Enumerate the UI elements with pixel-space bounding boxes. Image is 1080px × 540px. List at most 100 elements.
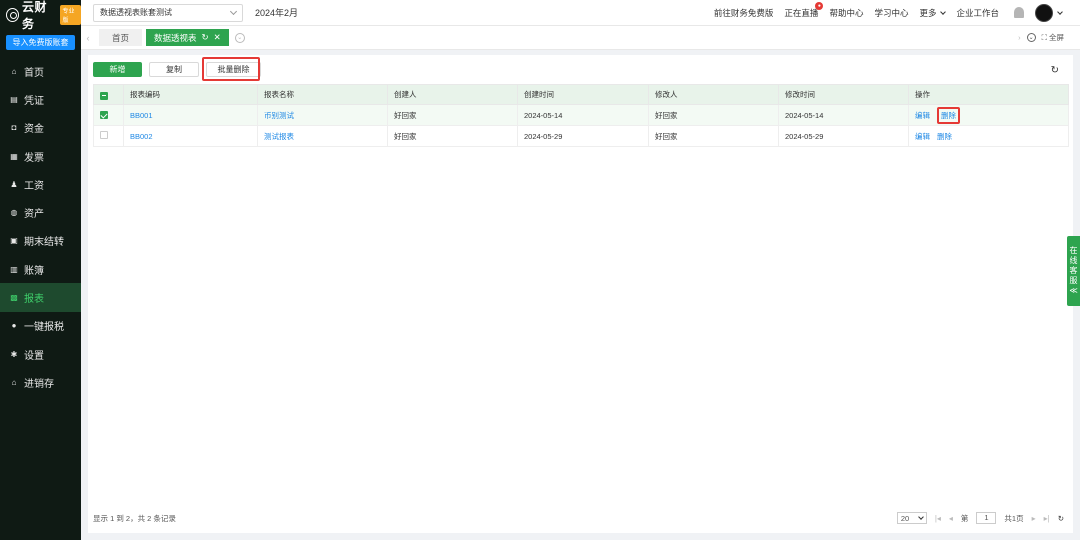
chevron-down-icon [229,7,238,15]
tab-right-tools: › ⌄ ⛶ 全屏 [1018,32,1080,43]
sidebar-nav: ⌂ 首页 ▤ 凭证 ◘ 资金 ▦ 发票 ♟ 工资 ◍ 资产 ▣ 期末结转 ▥ 账簿 ▩ 报表 ● 一… [0,57,81,397]
created-time-cell: 2024-05-14 [517,104,649,126]
report-name-link[interactable]: 币别测试 [264,111,294,120]
logo-icon [6,7,20,22]
row-checkbox[interactable] [100,131,108,139]
sidebar-item-salary[interactable]: ♟ 工资 [0,170,81,198]
edit-link[interactable]: 编辑 [915,131,930,142]
asset-icon: ◍ [10,208,18,218]
more-menu[interactable]: 更多 [919,7,947,19]
sidebar-item-report[interactable]: ▩ 报表 [0,283,81,312]
chevron-down-icon [1057,8,1063,15]
logo: 云财务 专业版 [0,0,81,31]
ledger-icon: ▥ [10,264,18,274]
delete-link[interactable]: 删除 [937,131,952,142]
record-summary: 显示 1 到 2，共 2 条记录 [93,513,176,523]
report-name-link[interactable]: 测试报表 [264,132,294,141]
logo-badge: 专业版 [60,4,81,25]
salary-icon: ♟ [10,179,18,189]
modified-time-cell: 2024-05-14 [778,104,909,126]
tab-scroll-left-icon[interactable]: ‹ [81,33,95,43]
online-service-tab[interactable]: 在 线 客 服 ≪ [1067,236,1080,306]
table-footer: 显示 1 到 2，共 2 条记录 20 |◂ ◂ 第 1 共1页 ▸ ▸| ↻ [93,512,1068,524]
page-size-select[interactable]: 20 [896,512,927,524]
row-checkbox[interactable] [100,111,108,119]
chevron-down-icon [917,514,924,520]
tab-scroll-right-icon[interactable]: › [1018,33,1021,42]
column-header[interactable]: 创建时间 [517,84,649,105]
tab-options-icon[interactable]: ⌄ [1026,33,1036,42]
free-version-link[interactable]: 前往财务免费版 [714,7,774,19]
copy-button[interactable]: 复制 [149,62,199,77]
closing-icon: ▣ [10,236,18,246]
column-header[interactable]: 修改时间 [778,84,909,105]
refresh-icon[interactable]: ↻ [202,32,209,43]
collapse-icon: ≪ [1069,286,1078,295]
workspace-link[interactable]: 企业工作台 [956,7,999,19]
live-badge-icon: ● [815,1,824,10]
tax-icon: ● [11,321,17,331]
fullscreen-button[interactable]: ⛶ 全屏 [1042,32,1064,43]
tab-pivot-table[interactable]: 数据透视表 ↻ ✕ [146,29,229,46]
bell-icon[interactable] [1014,7,1024,18]
refresh-icon[interactable]: ↻ [1051,65,1059,76]
page-number-input[interactable]: 1 [976,512,997,524]
live-link[interactable]: 正在直播 ● [784,1,824,19]
modifier-cell: 好回家 [648,125,779,147]
delete-link[interactable]: 删除 [937,106,960,124]
logo-text: 云财务 [22,0,48,31]
fullscreen-icon: ⛶ [1041,33,1047,42]
user-menu[interactable] [1035,3,1063,22]
sidebar-item-closing[interactable]: ▣ 期末结转 [0,227,81,255]
refresh-icon[interactable]: ↻ [1058,514,1064,523]
select-all-checkbox[interactable] [100,91,108,100]
table-row[interactable]: BB001 币别测试 好回家 2024-05-14 好回家 2024-05-14… [93,104,1069,126]
tab-home[interactable]: 首页 [99,29,143,46]
sidebar-item-home[interactable]: ⌂ 首页 [0,57,81,85]
help-center-link[interactable]: 帮助中心 [829,7,863,19]
prev-page-icon[interactable]: ◂ [949,514,953,523]
creator-cell: 好回家 [387,125,518,147]
invoice-icon: ▦ [10,151,18,161]
toolbar: 新增 复制 批量删除 [93,62,261,77]
avatar [1035,3,1053,22]
column-header[interactable]: 修改人 [648,84,779,105]
sidebar-item-inventory[interactable]: ⌂ 进销存 [0,368,81,396]
import-free-book-button[interactable]: 导入免费版账套 [6,35,75,50]
sidebar: 云财务 专业版 导入免费版账套 ⌂ 首页 ▤ 凭证 ◘ 资金 ▦ 发票 ♟ 工资 ◍ 资产 … [0,0,81,540]
close-icon[interactable]: ✕ [214,32,221,43]
pagination: 20 |◂ ◂ 第 1 共1页 ▸ ▸| ↻ [896,512,1068,524]
chevron-down-icon [940,8,947,15]
sidebar-item-asset[interactable]: ◍ 资产 [0,198,81,226]
fund-icon: ◘ [11,123,17,133]
last-page-icon[interactable]: ▸| [1044,514,1050,523]
add-button[interactable]: 新增 [93,62,142,77]
column-header[interactable]: 创建人 [387,84,518,105]
batch-delete-button[interactable]: 批量删除 [206,62,261,77]
next-page-icon[interactable]: ▸ [1032,514,1036,523]
tab-menu-icon[interactable]: ⌄ [234,32,245,43]
learning-center-link[interactable]: 学习中心 [874,7,908,19]
home-icon: ⌂ [11,66,17,76]
report-code-link[interactable]: BB001 [130,111,153,120]
account-book-select[interactable]: 数据透视表账套测试 [93,3,243,22]
sidebar-item-invoice[interactable]: ▦ 发票 [0,142,81,170]
report-code-link[interactable]: BB002 [130,132,153,141]
tab-bar: ‹ 首页 数据透视表 ↻ ✕ ⌄ › ⌄ ⛶ 全屏 [81,26,1080,50]
edit-link[interactable]: 编辑 [915,110,930,121]
page-prefix: 第 [960,513,969,523]
sidebar-item-ledger[interactable]: ▥ 账簿 [0,255,81,283]
sidebar-item-voucher[interactable]: ▤ 凭证 [0,85,81,113]
column-header[interactable]: 报表名称 [257,84,388,105]
table-row[interactable]: BB002 测试报表 好回家 2024-05-29 好回家 2024-05-29… [93,125,1069,147]
page-total: 共1页 [1004,513,1024,523]
sidebar-item-tax[interactable]: ● 一键报税 [0,312,81,340]
sidebar-item-settings[interactable]: ✱ 设置 [0,340,81,368]
column-header: 操作 [908,84,1069,105]
column-header[interactable]: 报表编码 [123,84,258,105]
first-page-icon[interactable]: |◂ [935,514,941,523]
created-time-cell: 2024-05-29 [517,125,649,147]
accounting-period[interactable]: 2024年2月 [255,6,298,19]
modified-time-cell: 2024-05-29 [778,125,909,147]
sidebar-item-fund[interactable]: ◘ 资金 [0,114,81,142]
